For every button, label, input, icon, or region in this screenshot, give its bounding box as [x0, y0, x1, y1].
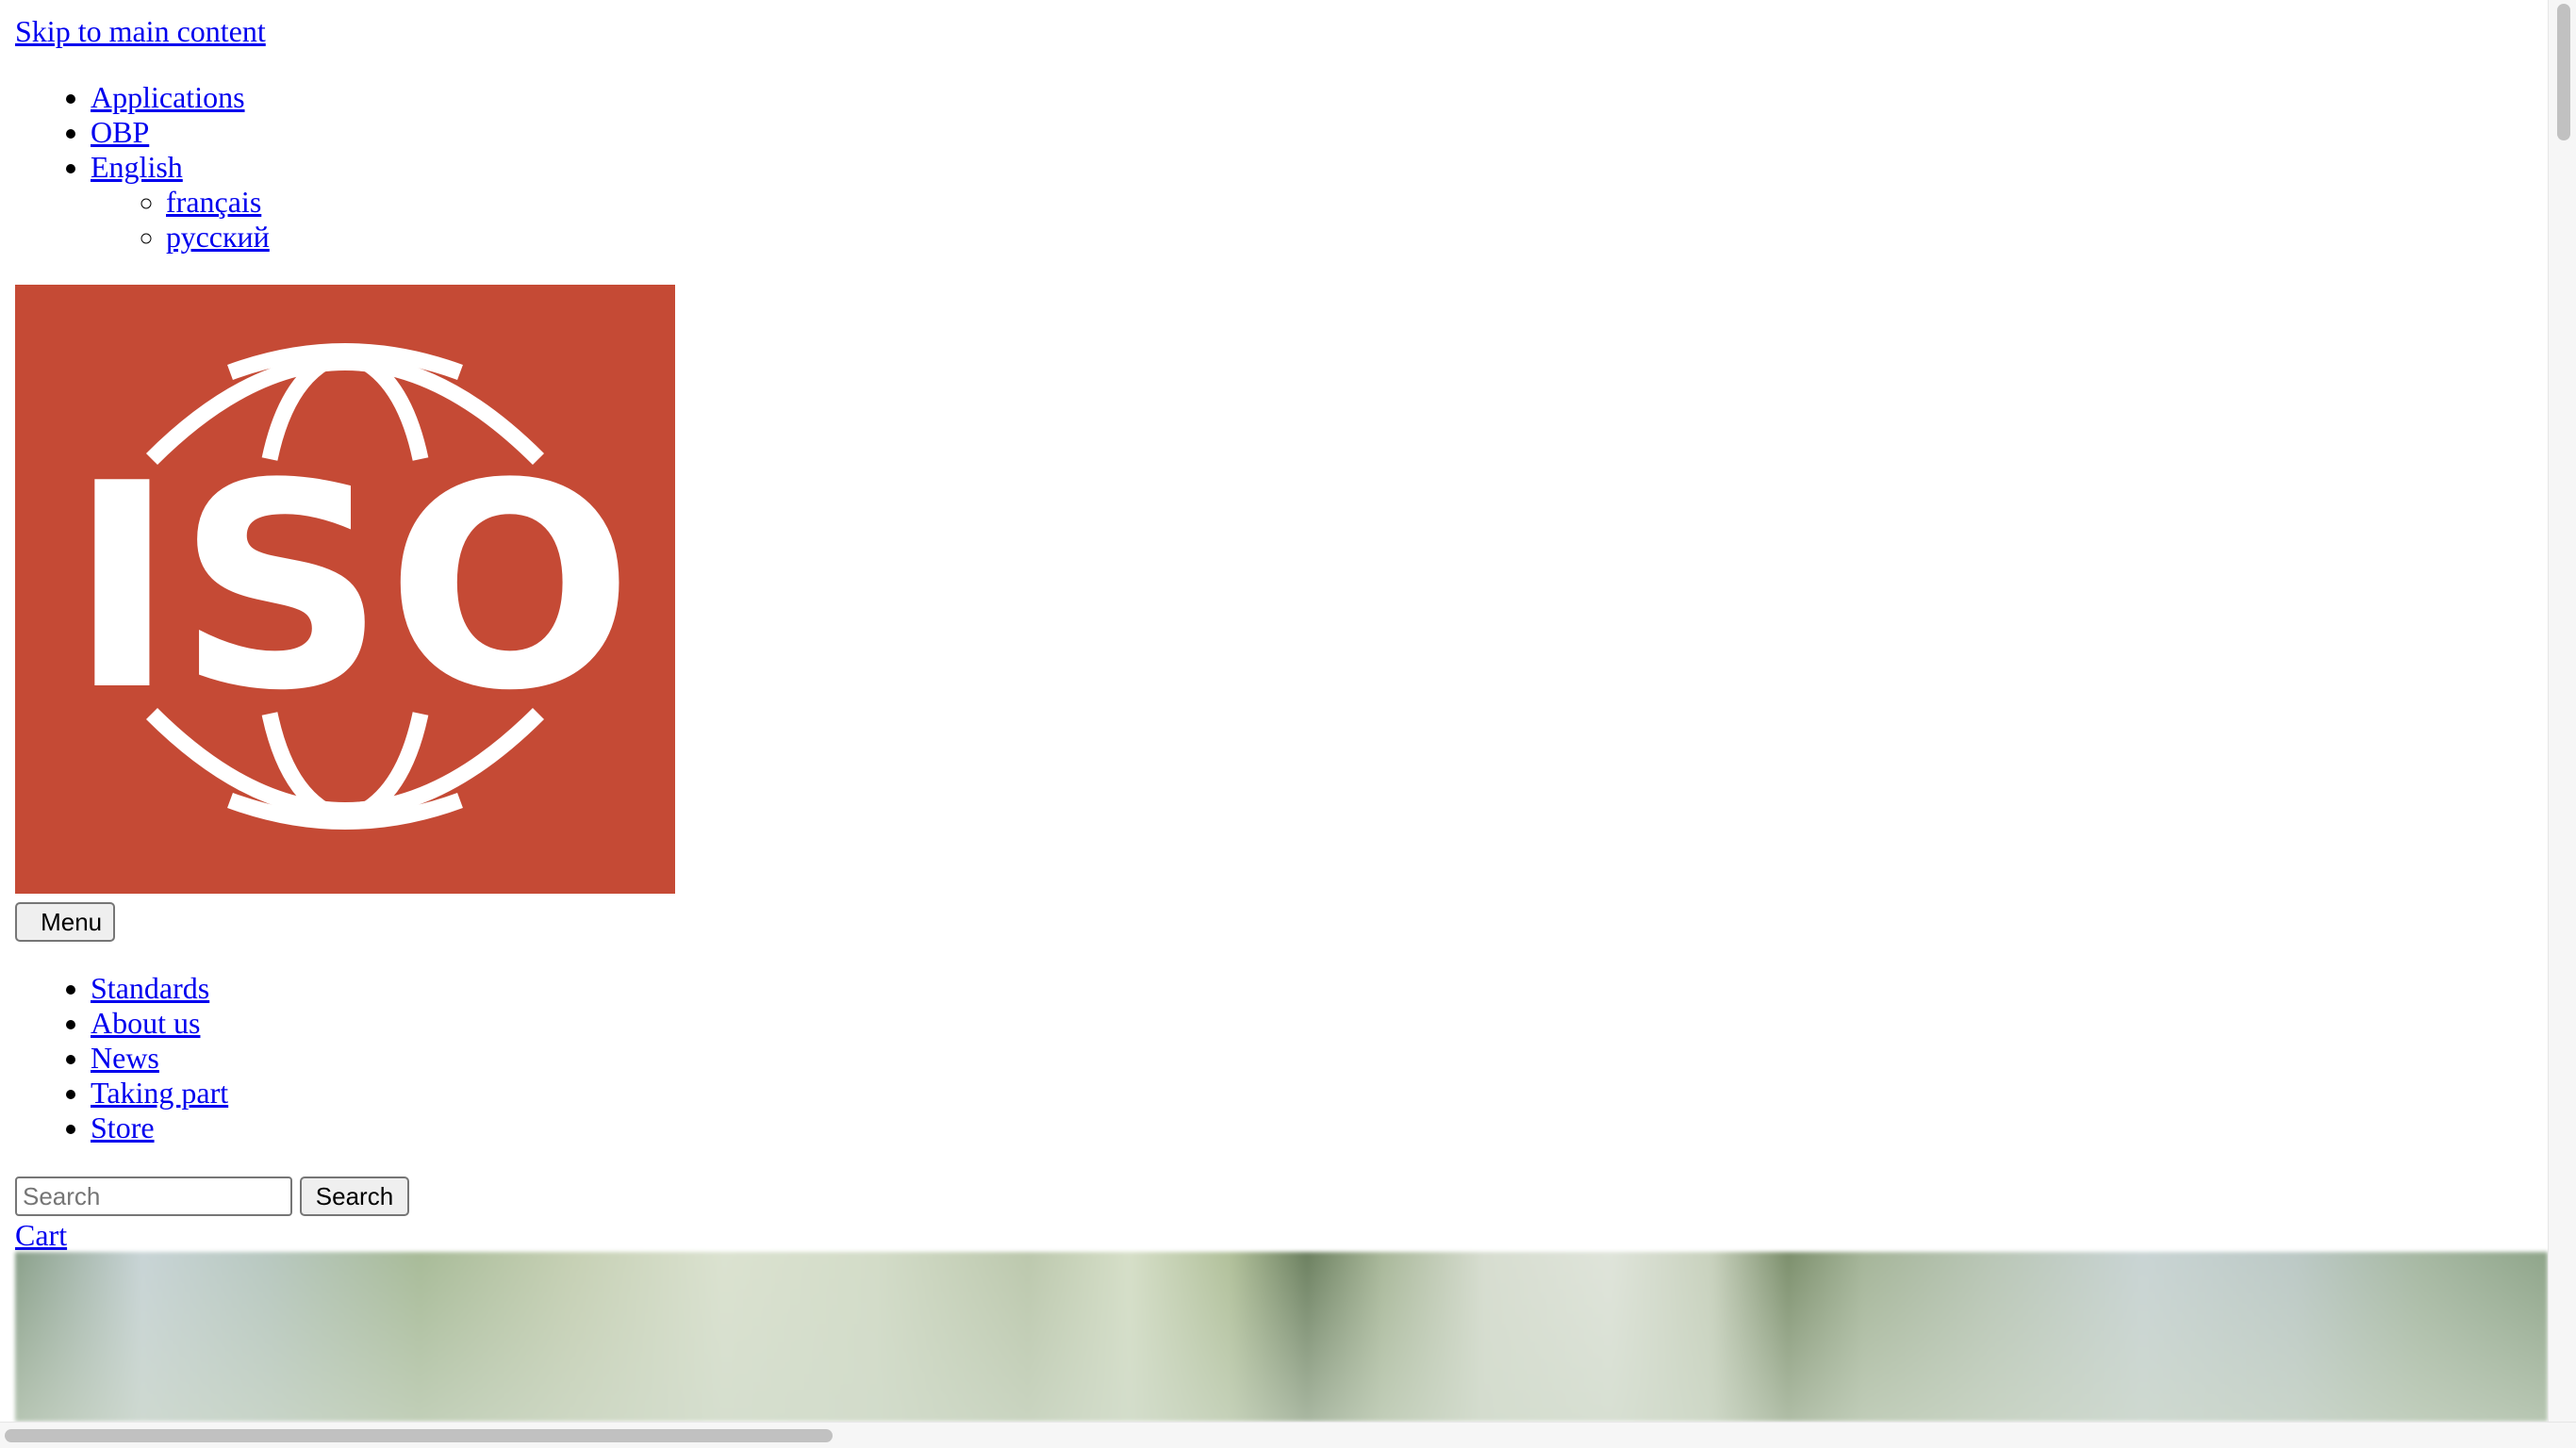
- cart-link-label: Cart: [15, 1218, 68, 1252]
- applications-link[interactable]: Applications: [91, 80, 245, 114]
- skip-to-main-link[interactable]: Skip to main content: [15, 14, 266, 49]
- language-option-russian: русский: [166, 220, 270, 255]
- search-form: Search: [15, 1176, 409, 1216]
- nav-link-taking-part[interactable]: Taking part: [91, 1076, 228, 1110]
- main-nav-item-about-us: About us: [91, 1006, 228, 1041]
- top-nav-item-applications: Applications: [91, 80, 270, 115]
- nav-link-about-us[interactable]: About us: [91, 1006, 200, 1040]
- cart-link[interactable]: Cart: [15, 1218, 67, 1253]
- vertical-scrollbar-thumb[interactable]: [2557, 4, 2570, 140]
- main-nav-item-taking-part: Taking part: [91, 1076, 228, 1111]
- language-current-link[interactable]: English: [91, 150, 183, 184]
- language-link-russian[interactable]: русский: [166, 220, 270, 254]
- main-nav-item-news: News: [91, 1041, 228, 1076]
- menu-button[interactable]: Menu: [15, 902, 115, 942]
- top-nav-item-obp: OBP: [91, 115, 270, 150]
- page: Skip to main content Applications OBP En…: [0, 0, 2548, 1422]
- vertical-scrollbar[interactable]: [2548, 0, 2576, 1422]
- hero-image: [15, 1252, 2548, 1422]
- top-nav-item-language: English français русский: [91, 150, 270, 254]
- nav-link-standards[interactable]: Standards: [91, 971, 209, 1005]
- top-nav: Applications OBP English français русски…: [91, 80, 270, 254]
- language-option-french: français: [166, 185, 270, 220]
- search-button[interactable]: Search: [300, 1176, 409, 1216]
- iso-logo-text: ISO: [68, 423, 634, 752]
- horizontal-scrollbar-thumb[interactable]: [5, 1429, 833, 1442]
- nav-link-news[interactable]: News: [91, 1041, 159, 1075]
- main-nav: Standards About us News Taking part Stor…: [91, 971, 228, 1145]
- main-nav-item-standards: Standards: [91, 971, 228, 1006]
- iso-logo-image: ISO: [68, 343, 634, 830]
- nav-link-store[interactable]: Store: [91, 1111, 155, 1144]
- horizontal-scrollbar[interactable]: [0, 1422, 2576, 1448]
- obp-link[interactable]: OBP: [91, 115, 149, 149]
- iso-logo[interactable]: ISO: [15, 285, 675, 894]
- menu-button-label: Menu: [41, 907, 103, 936]
- language-options: français русский: [166, 185, 270, 255]
- search-input[interactable]: [15, 1176, 292, 1216]
- hamburger-icon: [28, 908, 35, 937]
- language-link-french[interactable]: français: [166, 185, 261, 219]
- main-nav-item-store: Store: [91, 1111, 228, 1145]
